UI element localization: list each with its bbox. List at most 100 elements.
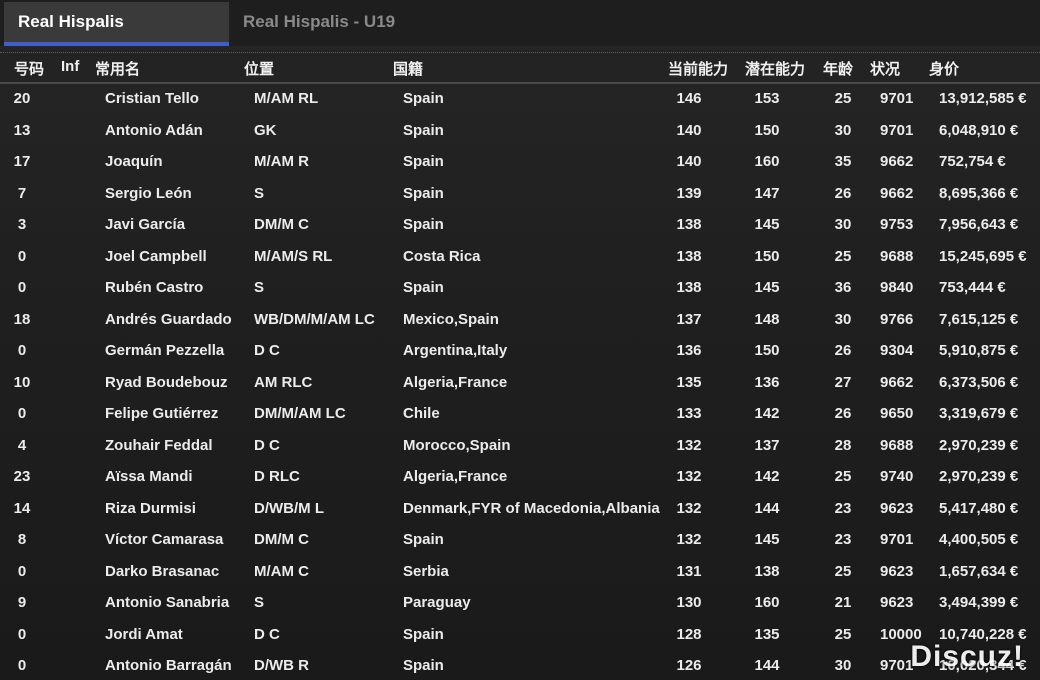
table-row[interactable]: 7 Sergio León S Spain 139 147 26 9662 8,695,366 …	[0, 178, 1040, 210]
player-name: Felipe Gutiérrez	[105, 405, 219, 422]
player-value: 1,657,634 €	[939, 562, 1019, 580]
player-position: AM RLC	[254, 373, 313, 391]
player-nationality: Spain	[403, 121, 444, 139]
player-age: 25	[834, 247, 852, 265]
player-nationality: Costa Rica	[403, 247, 481, 265]
player-potential-ability: 153	[754, 90, 780, 107]
player-age: 25	[834, 468, 852, 485]
player-nationality: Spain	[403, 625, 444, 643]
column-header-nationality[interactable]: 国籍	[393, 58, 423, 79]
table-row[interactable]: 20 Cristian Tello M/AM RL Spain 146 153 25 9701…	[0, 83, 1040, 115]
table-row[interactable]: 8 Víctor Camarasa DM/M C Spain 132 145 23 9701 4…	[0, 524, 1040, 556]
player-nationality: Spain	[403, 279, 444, 296]
player-age: 28	[834, 436, 852, 454]
player-age: 25	[834, 625, 852, 643]
player-number: 20	[13, 90, 31, 107]
column-header-value[interactable]: 身价	[929, 58, 959, 79]
table-row[interactable]: 23 Aïssa Mandi D RLC Algeria,France 132 142 25…	[0, 461, 1040, 493]
player-position: S	[254, 184, 265, 202]
table-row[interactable]: 0 Germán Pezzella D C Argentina,Italy 136 150…	[0, 335, 1040, 367]
tab-bar: Real Hispalis Real Hispalis - U19	[0, 0, 1040, 46]
table-row[interactable]: 4 Zouhair Feddal D C Morocco,Spain 132 137 28 9…	[0, 430, 1040, 462]
player-name: Javi García	[105, 216, 186, 233]
player-current-ability: 126	[676, 657, 702, 674]
column-header-number[interactable]: 号码	[14, 58, 44, 79]
header-divider	[0, 52, 1040, 53]
column-header-name[interactable]: 常用名	[95, 58, 140, 79]
player-current-ability: 132	[676, 468, 702, 485]
player-position: D/WB/M L	[254, 499, 324, 517]
player-nationality: Chile	[403, 405, 440, 422]
player-potential-ability: 136	[754, 373, 780, 391]
player-age: 30	[834, 216, 852, 233]
player-position: DM/M C	[254, 216, 309, 233]
tab-real-hispalis[interactable]: Real Hispalis	[4, 2, 229, 46]
player-potential-ability: 150	[754, 247, 780, 265]
column-header-condition[interactable]: 状况	[870, 58, 900, 79]
player-number: 17	[13, 153, 31, 170]
player-name: Darko Brasanac	[105, 562, 220, 580]
player-potential-ability: 144	[754, 499, 780, 517]
player-position: GK	[254, 121, 277, 139]
player-condition: 9662	[880, 153, 914, 170]
player-nationality: Spain	[403, 184, 444, 202]
player-name: Antonio Sanabria	[105, 594, 230, 611]
player-nationality: Paraguay	[403, 594, 471, 611]
player-potential-ability: 142	[754, 405, 780, 422]
player-name: Rubén Castro	[105, 279, 204, 296]
table-header: 号码 Inf 常用名 位置 国籍 当前能力 潜在能力 年龄 状况 身价	[0, 54, 1040, 84]
table-row[interactable]: 0 Darko Brasanac M/AM C Serbia 131 138 25 9623 1…	[0, 556, 1040, 588]
column-header-age[interactable]: 年龄	[823, 58, 853, 79]
player-current-ability: 138	[676, 247, 702, 265]
table-row[interactable]: 17 Joaquín M/AM R Spain 140 160 35 9662 752,754 …	[0, 146, 1040, 178]
table-row[interactable]: 0 Rubén Castro S Spain 138 145 36 9840 753,444 €	[0, 272, 1040, 304]
column-header-position[interactable]: 位置	[244, 58, 274, 79]
player-nationality: Algeria,France	[403, 468, 508, 485]
player-position: DM/M C	[254, 531, 309, 548]
player-name: Zouhair Feddal	[105, 436, 213, 454]
table-row[interactable]: 9 Antonio Sanabria S Paraguay 130 160 21 9623 3,…	[0, 587, 1040, 619]
table-row[interactable]: 18 Andrés Guardado WB/DM/M/AM LC Mexico,Spa…	[0, 304, 1040, 336]
player-name: Antonio Barragán	[105, 657, 232, 674]
player-position: S	[254, 594, 265, 611]
player-position: M/AM RL	[254, 90, 319, 107]
player-condition: 9753	[880, 216, 914, 233]
player-number: 14	[13, 499, 31, 517]
player-potential-ability: 137	[754, 436, 780, 454]
player-value: 6,373,506 €	[939, 373, 1019, 391]
player-current-ability: 132	[676, 531, 702, 548]
player-condition: 9623	[880, 594, 914, 611]
player-name: Víctor Camarasa	[105, 531, 224, 548]
player-position: D C	[254, 625, 280, 643]
player-current-ability: 140	[676, 153, 702, 170]
table-row[interactable]: 10 Ryad Boudebouz AM RLC Algeria,France 135 1…	[0, 367, 1040, 399]
table-row[interactable]: 0 Joel Campbell M/AM/S RL Costa Rica 138 150 2…	[0, 241, 1040, 273]
table-row[interactable]: 3 Javi García DM/M C Spain 138 145 30 9753 7,956…	[0, 209, 1040, 241]
column-header-inf[interactable]: Inf	[61, 58, 79, 75]
player-condition: 9650	[880, 405, 914, 422]
player-value: 7,956,643 €	[939, 216, 1019, 233]
player-current-ability: 138	[676, 279, 702, 296]
table-row[interactable]: 13 Antonio Adán GK Spain 140 150 30 9701 6,048,9…	[0, 115, 1040, 147]
table-row[interactable]: 0 Jordi Amat D C Spain 128 135 25 10000 10,740,2…	[0, 619, 1040, 651]
player-nationality: Algeria,France	[403, 373, 508, 391]
column-header-current-ability[interactable]: 当前能力	[668, 58, 728, 79]
player-potential-ability: 145	[754, 279, 780, 296]
player-name: Jordi Amat	[105, 625, 183, 643]
player-number: 4	[17, 436, 27, 454]
column-header-potential-ability[interactable]: 潜在能力	[745, 58, 805, 79]
player-value: 7,615,125 €	[939, 310, 1019, 328]
player-condition: 9688	[880, 247, 914, 265]
player-condition: 9766	[880, 310, 914, 328]
player-current-ability: 132	[676, 499, 702, 517]
table-row[interactable]: 0 Antonio Barragán D/WB R Spain 126 144 30 9701…	[0, 650, 1040, 680]
player-value: 5,910,875 €	[939, 342, 1019, 359]
player-value: 15,245,695 €	[939, 247, 1027, 265]
tab-real-hispalis-u19[interactable]: Real Hispalis - U19	[229, 2, 489, 46]
table-row[interactable]: 14 Riza Durmisi D/WB/M L Denmark,FYR of Mac…	[0, 493, 1040, 525]
player-value: 5,417,480 €	[939, 499, 1019, 517]
player-nationality: Argentina,Italy	[403, 342, 508, 359]
player-name: Sergio León	[105, 184, 192, 202]
table-row[interactable]: 0 Felipe Gutiérrez DM/M/AM LC Chile 133 142 26…	[0, 398, 1040, 430]
player-number: 10	[13, 373, 31, 391]
